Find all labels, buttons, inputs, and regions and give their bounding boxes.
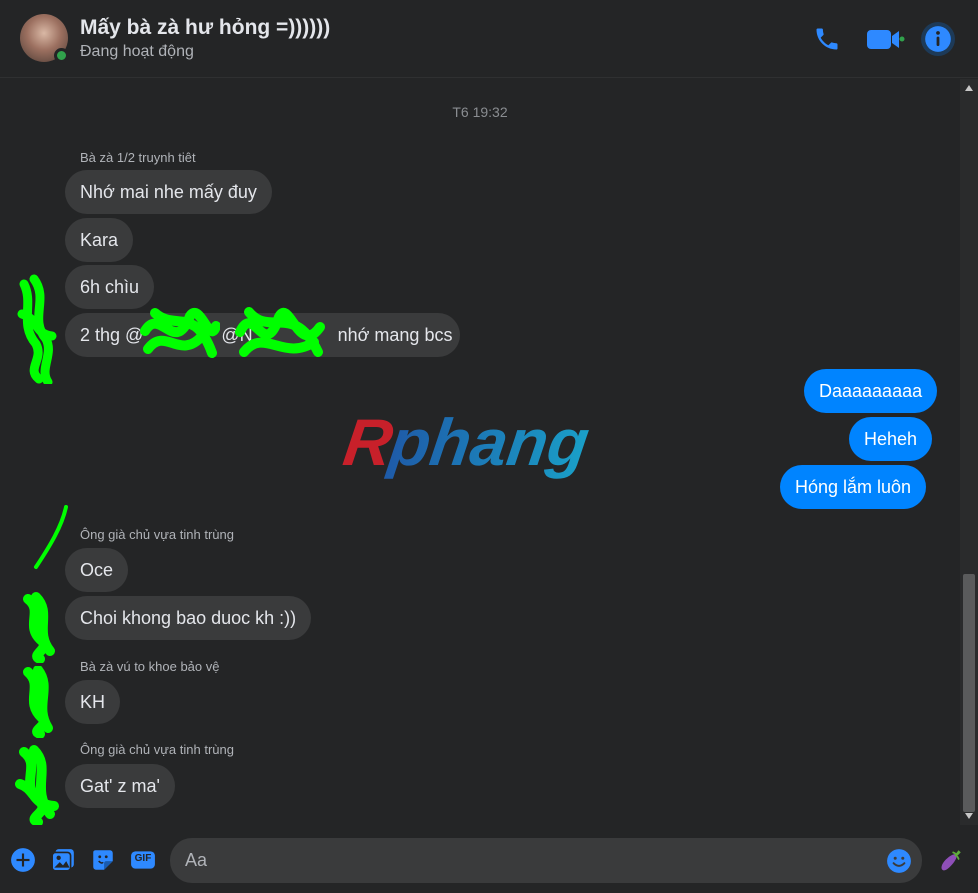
sender-name: Ông già chủ vựa tinh trùng <box>80 742 234 757</box>
message-bubble-outgoing[interactable]: Hóng lắm luôn <box>780 465 927 509</box>
group-avatar[interactable] <box>20 14 69 63</box>
scrollbar-thumb[interactable] <box>963 574 975 812</box>
sender-name: Ông già chủ vựa tinh trùng <box>80 527 234 542</box>
redaction-scribble <box>17 274 57 384</box>
redaction-scribble <box>15 745 59 825</box>
message-bubble[interactable]: Oce <box>65 548 129 592</box>
conversation-title[interactable]: Mấy bà zà hư hỏng =)))))) <box>80 16 330 40</box>
redaction-scribble <box>23 666 53 738</box>
redaction-scribble <box>34 505 68 569</box>
message-bubble-outgoing[interactable]: Heheh <box>849 417 933 461</box>
svg-text:phang: phang <box>383 406 593 480</box>
eggplant-icon[interactable] <box>938 847 964 873</box>
info-icon[interactable] <box>921 22 955 56</box>
sender-name: Bà zà 1/2 truynh tiêt <box>80 150 196 165</box>
message-bubble[interactable]: Nhớ mai nhe mấy đuy <box>65 170 272 214</box>
message-timestamp: T6 19:32 <box>452 104 508 120</box>
watermark-logo: R phang <box>342 406 593 480</box>
message-text: 2 thg @ <box>80 325 144 345</box>
message-input-box[interactable] <box>170 838 922 883</box>
scroll-up-arrow[interactable] <box>965 85 973 91</box>
thread-scrollbar[interactable] <box>960 79 978 825</box>
message-bubble[interactable]: Gat' z ma' <box>65 764 175 808</box>
phone-icon[interactable] <box>810 22 844 56</box>
sticker-icon[interactable] <box>90 847 116 873</box>
emoji-icon[interactable] <box>886 848 912 874</box>
online-indicator <box>54 48 69 63</box>
conversation-header: Mấy bà zà hư hỏng =)))))) Đang hoạt động <box>0 0 978 78</box>
redaction-scribble <box>140 308 220 358</box>
message-bubble[interactable]: KH <box>65 680 121 724</box>
message-composer: GIF <box>0 825 978 893</box>
scroll-down-arrow[interactable] <box>965 813 973 819</box>
photo-icon[interactable] <box>50 847 76 873</box>
redaction-scribble <box>235 307 325 357</box>
add-icon[interactable] <box>10 847 36 873</box>
gif-icon[interactable]: GIF <box>130 847 156 873</box>
video-call-icon[interactable] <box>864 22 906 56</box>
active-status: Đang hoạt động <box>80 43 194 60</box>
redaction-scribble <box>23 592 55 663</box>
message-input[interactable] <box>185 838 885 883</box>
message-text: nhớ mang bcs <box>337 325 453 345</box>
sender-name: Bà zà vú to khoe bảo vệ <box>80 659 220 674</box>
gif-label: GIF <box>134 853 152 864</box>
message-bubble[interactable]: Choi khong bao duoc kh :)) <box>65 596 312 640</box>
message-bubble[interactable]: Kara <box>65 218 134 262</box>
message-bubble-outgoing[interactable]: Daaaaaaaaa <box>804 369 938 413</box>
